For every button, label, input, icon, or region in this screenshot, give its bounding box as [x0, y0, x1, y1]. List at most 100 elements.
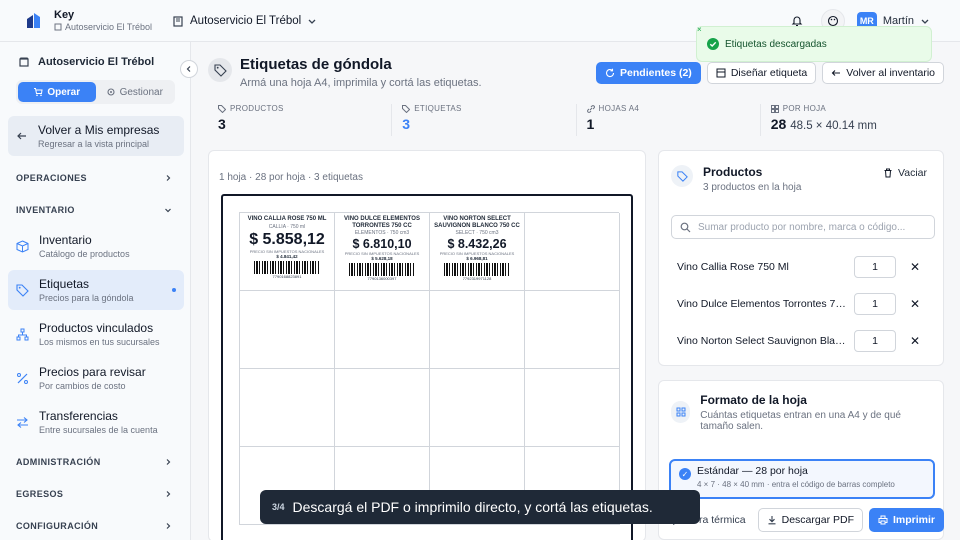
main-content: Etiquetas de góndola Armá una hoja A4, i…	[192, 42, 960, 540]
section-operaciones[interactable]: OPERACIONES	[0, 162, 190, 194]
preview-meta: 1 hoja · 28 por hoja · 3 etiquetas	[219, 172, 363, 183]
quantity-input[interactable]: 1	[854, 330, 896, 352]
back-to-companies[interactable]: Volver a Mis empresas Regresar a la vist…	[8, 116, 184, 156]
back-inventory-button[interactable]: Volver al inventario	[822, 62, 944, 84]
download-pdf-button[interactable]: Descargar PDF	[757, 508, 863, 532]
label-cell-empty	[240, 369, 335, 447]
chevron-down-icon	[921, 19, 929, 24]
arrow-left-icon	[17, 132, 26, 140]
product-row: Vino Callia Rose 750 Ml 1 ✕	[671, 253, 931, 281]
label-grid: VINO CALLIA ROSE 750 ML CALLIA · 750 ml …	[239, 212, 620, 525]
download-icon	[768, 516, 776, 525]
page-header: Etiquetas de góndola Armá una hoja A4, i…	[208, 56, 482, 89]
label-sub: CALLIA · 750 ml	[268, 223, 306, 230]
barcode	[444, 263, 510, 276]
toast-close-icon[interactable]: ×	[697, 25, 702, 34]
label-cell[interactable]: VINO NORTON SELECT SAUVIGNON BLANCO 750 …	[430, 213, 525, 291]
section-administracion[interactable]: ADMINISTRACIÓN	[0, 446, 190, 478]
gear-icon	[107, 88, 115, 96]
label-sub: SELECT · 750 cm3	[455, 230, 499, 236]
nav-subtitle: Entre sucursales de la cuenta	[39, 425, 158, 435]
remove-product-icon[interactable]: ✕	[910, 334, 920, 348]
print-label: Imprimir	[892, 514, 935, 526]
clear-button[interactable]: Vaciar	[883, 167, 927, 179]
brand[interactable]: Key Autoservicio El Trébol	[0, 9, 190, 32]
barcode	[254, 260, 320, 274]
sidebar-item-etiquetas[interactable]: Etiquetas Precios para la góndola	[8, 270, 184, 310]
format-option-standard[interactable]: ✓ Estándar — 28 por hoja 4 × 7 · 48 × 40…	[669, 459, 935, 499]
label-cell-empty	[525, 369, 620, 447]
store-switcher[interactable]: Autoservicio El Trébol	[172, 15, 317, 27]
chevron-right-icon	[166, 175, 171, 181]
tab-gestionar-label: Gestionar	[119, 86, 163, 98]
product-row: Vino Norton Select Sauvignon Blanc... 1 …	[671, 327, 931, 355]
refresh-icon	[606, 68, 615, 78]
nav-subtitle: Precios para la góndola	[39, 293, 134, 303]
link-icon	[586, 104, 595, 113]
label-cell-empty	[525, 213, 620, 291]
section-egresos[interactable]: EGRESOS	[0, 478, 190, 510]
remove-product-icon[interactable]: ✕	[910, 260, 920, 274]
label-code: 7790168823891	[272, 273, 302, 279]
sidebar-item-productos-vinculados[interactable]: Productos vinculados Los mismos en tus su…	[8, 314, 184, 354]
sidebar: Autoservicio El Trébol Operar Gestionar …	[0, 42, 198, 540]
label-name: VINO DULCE ELEMENTOS TORRONTES 750 CC	[344, 216, 420, 229]
label-price: $ 5.858,12	[249, 230, 325, 248]
label-net: $ 5.628,18	[371, 256, 393, 261]
sidebar-item-transferencias[interactable]: Transferencias Entre sucursales de la cue…	[8, 402, 184, 442]
product-name: Vino Dulce Elementos Torrontes 750 ...	[677, 298, 846, 310]
printer-icon	[878, 515, 888, 525]
caption-text: Descargá el PDF o imprimilo directo, y c…	[292, 499, 653, 515]
sidebar-item-inventario[interactable]: Inventario Catálogo de productos	[8, 226, 184, 266]
pending-label: Pendientes (2)	[620, 67, 692, 79]
label-cell-empty	[335, 369, 430, 447]
label-net: $ 6.968,81	[466, 256, 488, 261]
stat-label: PRODUCTOS	[230, 104, 284, 113]
back-subtitle: Regresar a la vista principal	[38, 139, 150, 149]
nav-title: Precios para revisar	[39, 365, 146, 379]
section-label: ADMINISTRACIÓN	[16, 457, 101, 467]
cart-icon	[34, 88, 43, 97]
store-icon	[19, 57, 29, 67]
network-icon	[16, 328, 29, 340]
section-inventario[interactable]: INVENTARIO	[0, 194, 190, 226]
quantity-input[interactable]: 1	[854, 256, 896, 278]
label-cell[interactable]: VINO CALLIA ROSE 750 ML CALLIA · 750 ml …	[240, 213, 335, 291]
product-name: Vino Norton Select Sauvignon Blanc...	[677, 335, 846, 347]
stat-value-extra: 48.5 × 40.14 mm	[790, 120, 877, 132]
quantity-input[interactable]: 1	[854, 293, 896, 315]
format-option-subtitle: 4 × 7 · 48 × 40 mm · entra el código de …	[697, 480, 895, 489]
label-price: $ 8.432,26	[447, 237, 507, 251]
sidebar-item-precios-revisar[interactable]: Precios para revisar Por cambios de costo	[8, 358, 184, 398]
back-inventory-label: Volver al inventario	[846, 67, 935, 79]
page-subtitle: Armá una hoja A4, imprimila y cortá las …	[240, 77, 482, 89]
tab-operar[interactable]: Operar	[18, 82, 96, 102]
barcode	[349, 263, 415, 276]
download-label: Descargar PDF	[781, 514, 854, 526]
sidebar-store-name: Autoservicio El Trébol	[38, 56, 155, 68]
pending-button[interactable]: Pendientes (2)	[596, 62, 701, 84]
print-button[interactable]: Imprimir	[868, 508, 944, 532]
brand-store: Autoservicio El Trébol	[54, 22, 152, 32]
stat-por-hoja: POR HOJA 28 48.5 × 40.14 mm	[759, 104, 944, 136]
label-name: VINO CALLIA ROSE 750 ML	[247, 216, 327, 222]
section-label: INVENTARIO	[16, 205, 75, 215]
page-title: Etiquetas de góndola	[240, 56, 392, 73]
design-label-button[interactable]: Diseñar etiqueta	[706, 62, 817, 84]
brand-name: Key	[54, 9, 75, 21]
sidebar-collapse-button[interactable]	[180, 60, 198, 78]
nav-title: Inventario	[39, 233, 92, 247]
search-icon	[680, 222, 691, 232]
section-configuracion[interactable]: CONFIGURACIÓN	[0, 510, 190, 540]
tab-gestionar[interactable]: Gestionar	[96, 82, 174, 102]
remove-product-icon[interactable]: ✕	[910, 297, 920, 311]
stat-value-main: 28	[770, 116, 787, 132]
label-sub: ELEMENTOS · 750 cm3	[354, 230, 410, 236]
clear-label: Vaciar	[898, 167, 927, 179]
product-search-input[interactable]: Sumar producto por nombre, marca o códig…	[671, 215, 935, 239]
nav-subtitle: Catálogo de productos	[39, 249, 130, 259]
label-cell[interactable]: VINO DULCE ELEMENTOS TORRONTES 750 CC EL…	[335, 213, 430, 291]
sidebar-store: Autoservicio El Trébol	[0, 42, 190, 68]
stat-value: 3	[402, 116, 411, 132]
nav-title: Transferencias	[39, 409, 118, 423]
